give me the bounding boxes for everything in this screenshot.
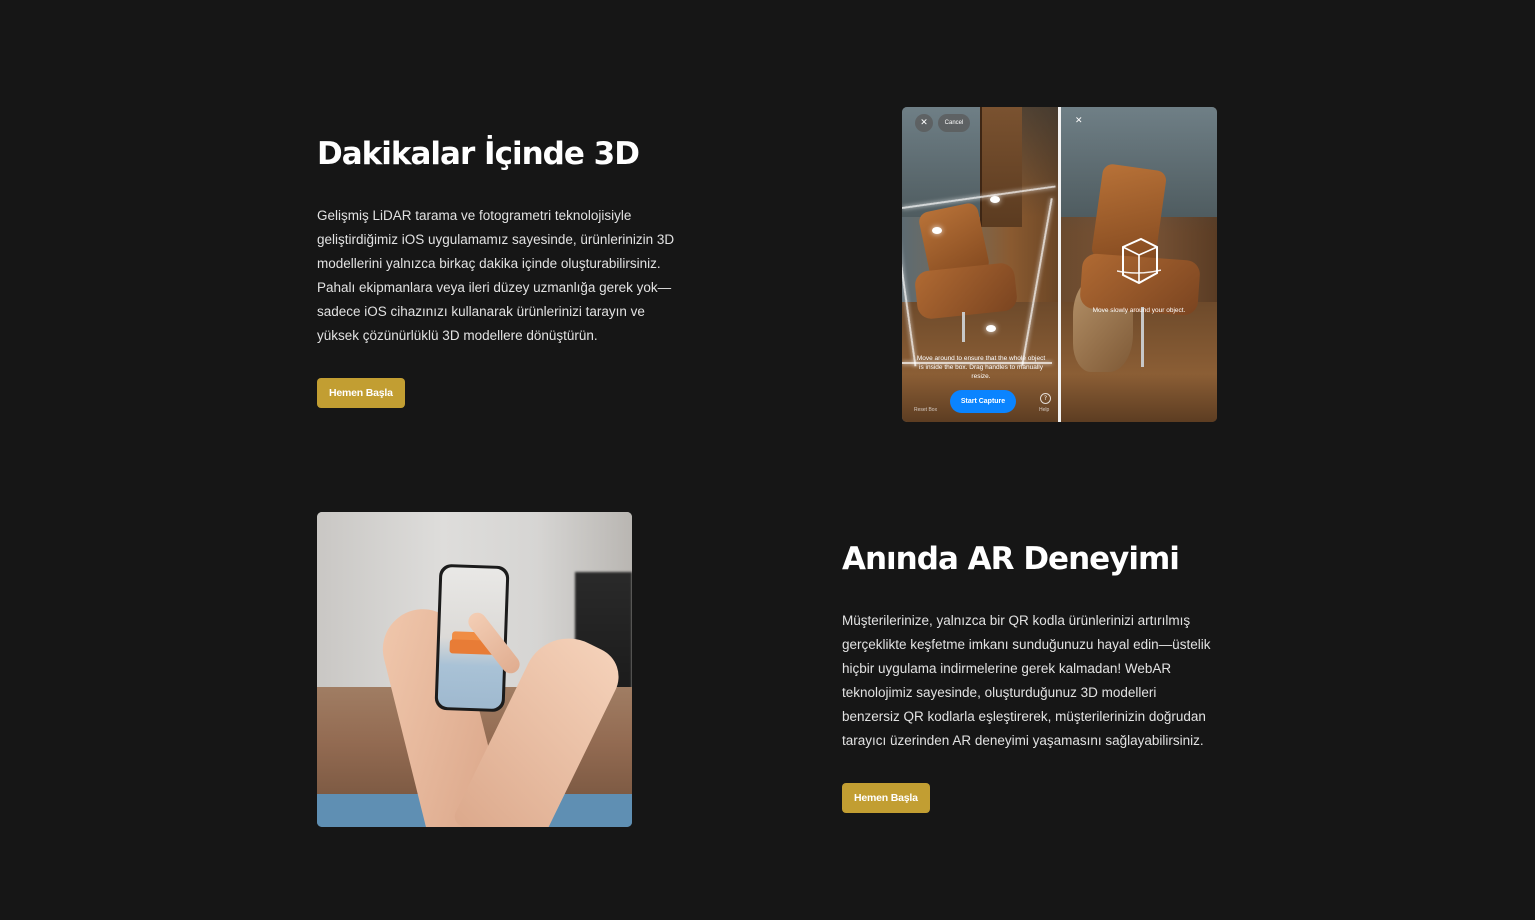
help-icon[interactable]: ? bbox=[1040, 393, 1051, 404]
scan-tracking-screen: ✕ Move slowly around your object. bbox=[1061, 107, 1217, 422]
start-capture-button[interactable]: Start Capture bbox=[950, 390, 1016, 413]
feature-ar: Anında AR Deneyimi Müşterilerinize, yaln… bbox=[842, 537, 1214, 813]
page: Dakikalar İçinde 3D Gelişmiş LiDAR taram… bbox=[0, 0, 1535, 920]
scan-capture-screen: ✕ Cancel Move around to ensure that the … bbox=[902, 107, 1058, 422]
cube-scan-icon bbox=[1117, 237, 1161, 285]
feature-3d-title: Dakikalar İçinde 3D bbox=[317, 136, 640, 172]
cancel-button[interactable]: Cancel bbox=[938, 114, 970, 132]
close-icon[interactable]: ✕ bbox=[915, 114, 933, 132]
capture-hint: Move around to ensure that the whole obj… bbox=[916, 355, 1046, 380]
scan-app-image: ✕ Cancel Move around to ensure that the … bbox=[902, 107, 1217, 422]
start-now-button-ar[interactable]: Hemen Başla bbox=[842, 783, 930, 813]
feature-ar-title: Anında AR Deneyimi bbox=[842, 541, 1180, 577]
start-now-button-3d[interactable]: Hemen Başla bbox=[317, 378, 405, 408]
feature-3d-description: Gelişmiş LiDAR tarama ve fotogrametri te… bbox=[317, 208, 675, 343]
feature-3d-scan: Dakikalar İçinde 3D Gelişmiş LiDAR taram… bbox=[317, 132, 689, 408]
help-label[interactable]: Help bbox=[1039, 407, 1049, 413]
move-slowly-hint: Move slowly around your object. bbox=[1092, 307, 1186, 314]
ar-phone-image bbox=[317, 512, 632, 827]
feature-ar-description: Müşterilerinize, yalnızca bir QR kodla ü… bbox=[842, 613, 1211, 748]
close-icon[interactable]: ✕ bbox=[1075, 116, 1083, 126]
reset-box-label[interactable]: Reset Box bbox=[914, 407, 937, 413]
